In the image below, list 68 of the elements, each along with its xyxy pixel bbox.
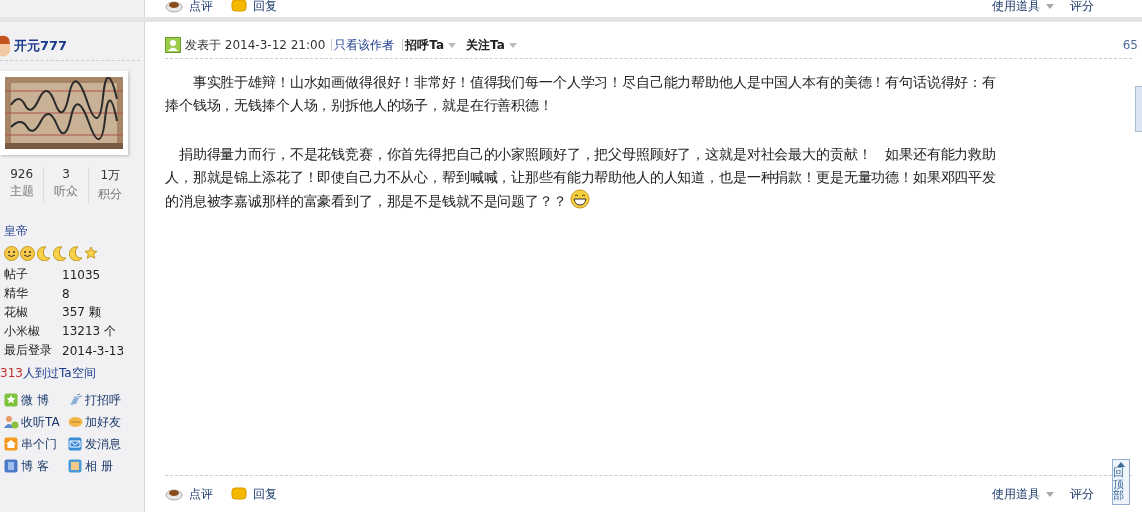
tools-dropdown[interactable]: 使用道具 — [992, 485, 1054, 503]
profile-action-link[interactable]: 博 客 — [4, 458, 68, 474]
reply-link[interactable]: 回复 — [231, 0, 277, 15]
info-label: 小米椒 — [4, 323, 41, 340]
user-menu-dropdown[interactable]: 招呼Ta — [405, 36, 457, 54]
reply-link[interactable]: 回复 — [231, 485, 277, 503]
avatar-icon — [0, 34, 10, 58]
stat-label: 积分 — [98, 186, 123, 203]
profile-action-link[interactable]: 串个门 — [4, 436, 68, 452]
stat-label: 听众 — [54, 183, 78, 200]
stat-value: 926 — [10, 167, 34, 181]
info-value: 8 — [62, 286, 71, 301]
profile-action-link[interactable]: 微 博 — [4, 392, 68, 408]
profile-action-link[interactable]: 加好友 — [68, 414, 132, 430]
profile-action-link[interactable]: 发消息 — [68, 436, 132, 452]
coffee-cup-icon — [165, 0, 183, 13]
username-link[interactable]: 开元777 — [14, 37, 68, 55]
moon-icon — [52, 246, 67, 261]
smiley-icon — [4, 246, 19, 261]
info-label: 精华 — [4, 285, 29, 302]
home-icon — [4, 437, 19, 451]
rank-link[interactable]: 皇帝 — [4, 223, 144, 240]
visitors-link[interactable]: 313人到过Ta空间 — [0, 365, 144, 382]
comment-link[interactable]: 点评 — [165, 485, 213, 503]
profile-action-link[interactable]: 收听TA — [4, 414, 68, 430]
stat-value: 1万 — [100, 167, 121, 184]
star-icon — [4, 393, 19, 407]
profile-action-link[interactable]: 相 册 — [68, 458, 132, 474]
post-date: 发表于 2014-3-12 21:00 — [185, 36, 326, 54]
caret-icon — [1046, 491, 1054, 497]
speech-bubble-icon — [231, 487, 247, 501]
speech-bubble-icon — [231, 0, 247, 13]
scrollbar[interactable] — [1135, 86, 1142, 132]
caret-icon — [1046, 3, 1054, 9]
info-label: 帖子 — [4, 266, 29, 283]
moon-icon — [68, 246, 83, 261]
caret-icon — [508, 42, 517, 48]
blog-icon — [4, 459, 19, 473]
profile-action-link[interactable]: 打招呼 — [68, 392, 132, 408]
grin-emoji-icon — [569, 189, 590, 209]
smiley-icon — [20, 246, 35, 261]
comment-link[interactable]: 点评 — [165, 0, 213, 15]
info-value: 13213 个 — [62, 323, 117, 340]
user-menu-dropdown[interactable]: 关注Ta — [466, 36, 517, 54]
rate-link[interactable]: 评分 — [1070, 485, 1094, 503]
floor-number[interactable]: 65 — [1122, 38, 1138, 52]
info-value: 357 颗 — [62, 304, 102, 321]
up-triangle-icon — [1117, 462, 1125, 468]
author-only-link[interactable]: 只看该作者 — [334, 36, 395, 54]
info-value: 2014-3-13 — [62, 343, 126, 358]
user-icon — [165, 37, 181, 53]
info-label: 花椒 — [4, 304, 29, 321]
star-icon — [84, 246, 98, 260]
info-label: 最后登录 — [4, 342, 53, 359]
rate-link[interactable]: 评分 — [1070, 0, 1094, 15]
post-paragraph: 事实胜于雄辩！山水如画做得很好！非常好！值得我们每一个人学习！尽自己能力帮助他人是中国人本有的美德！有句话说得好：有 捧个钱场，无钱捧个人场，别拆他人的场子，就是在行善积德！ — [165, 73, 996, 115]
back-to-top-button[interactable]: 回顶部 — [1112, 459, 1130, 505]
photo-icon — [68, 459, 83, 473]
info-value: 11035 — [62, 267, 102, 282]
caret-icon — [448, 42, 457, 48]
tools-dropdown[interactable]: 使用道具 — [992, 0, 1054, 15]
stat-value: 3 — [62, 167, 70, 181]
coffee-cup-icon — [165, 487, 183, 501]
stat-label: 主题 — [9, 183, 34, 200]
users-icon — [4, 415, 19, 429]
post-paragraph: 捐助得量力而行，不是花钱竞赛，你首先得把自己的小家照顾好了，把父母照顾好了，这就是对社会最大的贡献！ 如果还有能力救助 人，那就是锦上添花了！即使自己力不从心，帮到喊喊，让那些有能力帮助他人的人知道，也是一种捐款！更是无量功德！如果邓四平发 的消息被李嘉诚那样的富豪看到了，那是不是钱就不是问题了？？ — [165, 145, 996, 211]
moon-icon — [36, 246, 51, 261]
envelope-icon — [68, 437, 83, 451]
